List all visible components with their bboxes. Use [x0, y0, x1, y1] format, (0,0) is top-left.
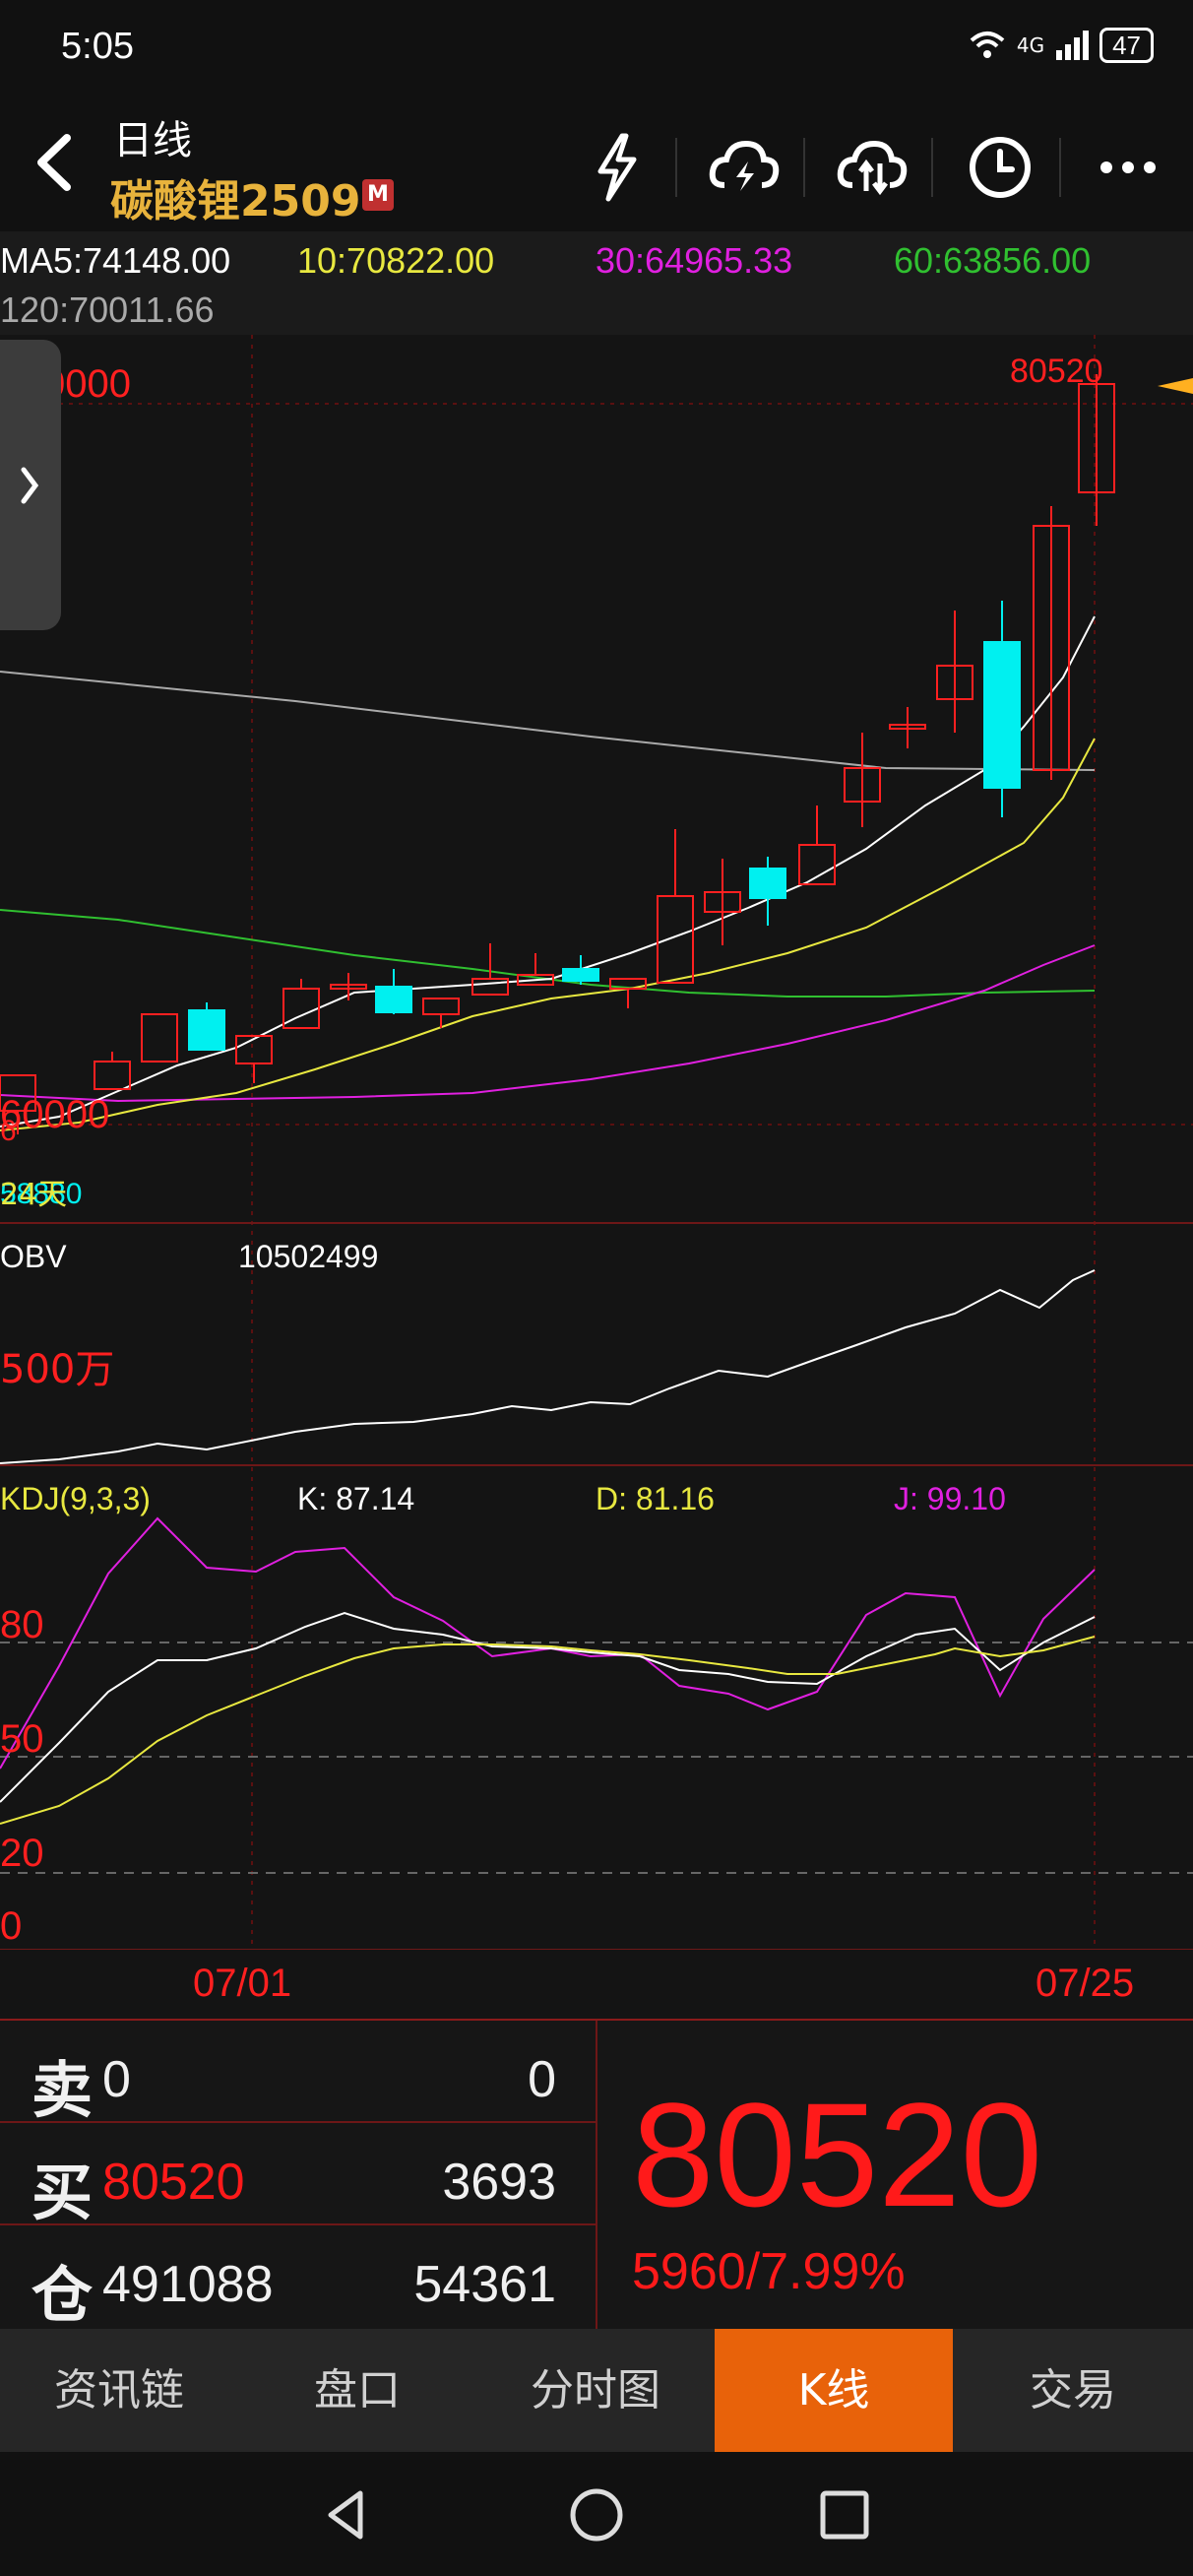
- kdj-axis-0: 0: [0, 1904, 23, 1948]
- ma5-label: MA5:74148.00: [0, 240, 231, 281]
- ma60-line: [0, 909, 1096, 998]
- ma120-line: [0, 671, 1096, 771]
- obv-axis: 500万: [0, 1347, 115, 1392]
- buy-price: 80520: [102, 2154, 245, 2211]
- bottom-tab-bar: 资讯链 盘口 分时图 K线 交易: [0, 2329, 1193, 2452]
- wifi-icon: [970, 32, 1005, 58]
- cloud-sync-icon[interactable]: [833, 128, 911, 207]
- kdj-d-value: D: 81.16: [596, 1481, 715, 1516]
- status-time: 5:05: [61, 26, 134, 67]
- open-interest-row: 仓 491088 54361: [0, 2225, 596, 2331]
- kdj-axis-20: 20: [0, 1832, 44, 1875]
- back-icon[interactable]: [24, 128, 93, 197]
- tab-kline[interactable]: K线: [715, 2329, 953, 2452]
- page-title: 日线: [113, 118, 192, 163]
- kline-chart[interactable]: 80520 0000 60000 6 58880 24天 OBV 1050249…: [0, 335, 1193, 1950]
- system-nav-bar: [0, 2452, 1193, 2576]
- price-axis-low-prefix: 6: [0, 1115, 17, 1147]
- header-separator: [803, 138, 805, 197]
- ma10-label: 10:70822.00: [297, 240, 495, 281]
- header-separator: [931, 138, 933, 197]
- lightning-icon[interactable]: [577, 128, 656, 207]
- obv-value: 10502499: [238, 1239, 379, 1274]
- kdj-axis-50: 50: [0, 1717, 44, 1761]
- clock-icon[interactable]: [961, 128, 1039, 207]
- app-header: 日线 碳酸锂2509 M: [0, 98, 1193, 231]
- kdj-j-value: J: 99.10: [894, 1481, 1006, 1516]
- kdj-axis-80: 80: [0, 1603, 44, 1646]
- date-left: 07/01: [193, 1962, 292, 2005]
- buy-label: 买: [31, 2157, 94, 2228]
- sell-row: 卖 0 0: [0, 2021, 596, 2126]
- buy-volume: 3693: [442, 2154, 556, 2211]
- ma30-line: [0, 944, 1096, 1103]
- status-icons: 4G 47: [968, 28, 1154, 63]
- sell-volume: 0: [528, 2051, 556, 2108]
- nav-home-icon[interactable]: [565, 2483, 628, 2546]
- sell-label: 卖: [31, 2054, 94, 2126]
- oi-change: 54361: [413, 2256, 556, 2313]
- kdj-k-line: [0, 1611, 1096, 1803]
- oi-label: 仓: [31, 2259, 94, 2331]
- buy-row: 买 80520 3693: [0, 2123, 596, 2228]
- sell-price: 0: [102, 2051, 131, 2108]
- network-type: 4G: [1016, 33, 1045, 57]
- main-contract-badge: M: [362, 179, 394, 211]
- date-axis: 07/01 07/25: [0, 1950, 1193, 2019]
- status-bar: 5:05 4G 47: [0, 0, 1193, 98]
- last-price: 80520: [632, 2072, 1043, 2237]
- contract-symbol[interactable]: 碳酸锂2509: [110, 165, 360, 228]
- tab-intraday[interactable]: 分时图: [476, 2329, 715, 2452]
- header-separator: [675, 138, 677, 197]
- tab-order-book[interactable]: 盘口: [238, 2329, 476, 2452]
- days-label: 24天: [0, 1178, 68, 1212]
- side-panel-toggle[interactable]: [0, 340, 61, 630]
- kdj-label: KDJ(9,3,3): [0, 1481, 151, 1516]
- tab-news-chain[interactable]: 资讯链: [0, 2329, 238, 2452]
- ma-legend: MA5:74148.00 10:70822.00 30:64965.33 60:…: [0, 236, 1193, 335]
- obv-label: OBV: [0, 1239, 67, 1274]
- more-icon[interactable]: [1089, 128, 1167, 207]
- nav-back-icon[interactable]: [317, 2483, 380, 2546]
- header-separator: [1059, 138, 1061, 197]
- price-change: 5960/7.99%: [632, 2243, 906, 2300]
- battery-icon: 47: [1099, 28, 1154, 63]
- oi-value: 491088: [102, 2256, 274, 2313]
- kdj-k-value: K: 87.14: [297, 1481, 415, 1516]
- quote-panel: 卖 0 0 买 80520 3693 仓 491088 54361 80520 …: [0, 2019, 1193, 2331]
- ma5-line: [0, 615, 1096, 1127]
- tab-trade[interactable]: 交易: [953, 2329, 1193, 2452]
- candles: [0, 374, 1115, 1134]
- cloud-lightning-icon[interactable]: [705, 128, 784, 207]
- price-marker: [1158, 378, 1193, 394]
- ma120-label: 120:70011.66: [0, 290, 215, 330]
- signal-icon: [1056, 31, 1090, 60]
- ma30-label: 30:64965.33: [596, 240, 793, 281]
- ma60-label: 60:63856.00: [894, 240, 1092, 281]
- price-high-label: 80520: [1010, 353, 1103, 390]
- chevron-right-icon: [21, 467, 39, 504]
- nav-recents-icon[interactable]: [813, 2483, 876, 2546]
- obv-line: [0, 1269, 1096, 1464]
- date-right: 07/25: [1036, 1962, 1135, 2005]
- kline-chart-svg: [0, 335, 1193, 1950]
- kdj-d-line: [0, 1636, 1096, 1825]
- quote-divider: [596, 2021, 597, 2331]
